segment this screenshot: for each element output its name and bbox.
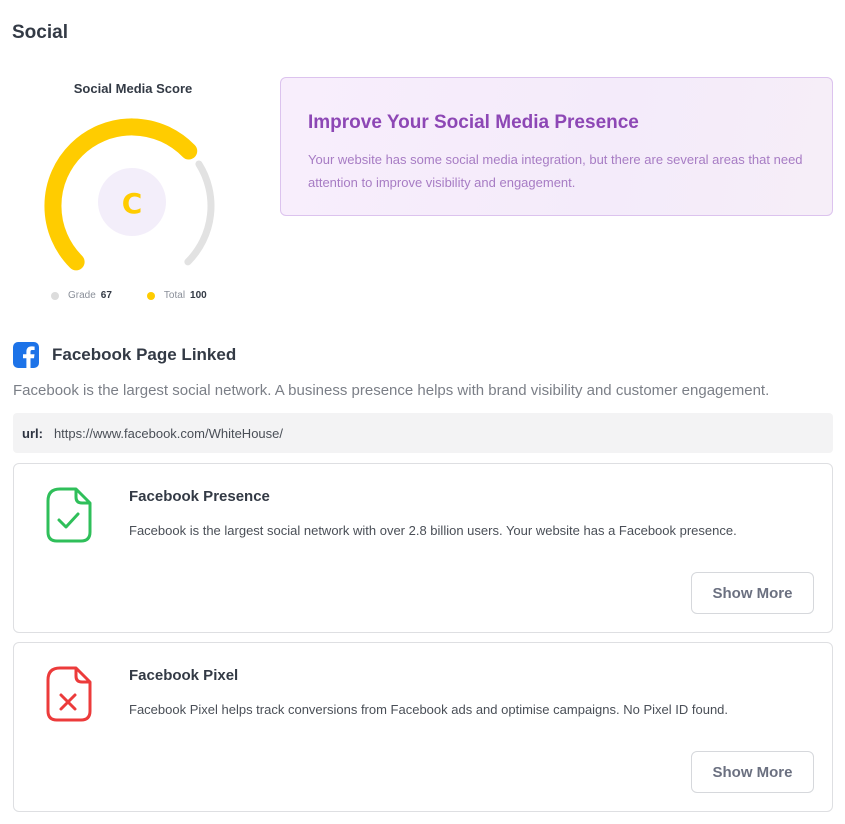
check-text: Facebook is the largest social network w… [129,523,737,538]
gauge-chart: C [44,118,215,271]
file-check-icon [46,487,92,543]
check-card-facebook-presence: Facebook Presence Facebook is the larges… [13,463,833,633]
facebook-description: Facebook is the largest social network. … [13,382,770,399]
check-title: Facebook Presence [129,488,270,505]
show-more-button[interactable]: Show More [691,572,814,614]
facebook-section-header: Facebook Page Linked [13,342,236,368]
url-value[interactable]: https://www.facebook.com/WhiteHouse/ [54,426,283,441]
check-card-facebook-pixel: Facebook Pixel Facebook Pixel helps trac… [13,642,833,812]
gauge-legend: Grade 67 Total 100 [51,290,207,301]
social-score-gauge: Social Media Score C Grade 67 Total 100 [28,78,238,313]
legend-total-label: Total [163,290,186,301]
legend-total-value: 100 [190,290,207,301]
grade-letter: C [122,187,143,220]
facebook-url-bar: url: https://www.facebook.com/WhiteHouse… [13,413,833,453]
show-more-button[interactable]: Show More [691,751,814,793]
section-title: Social [12,22,68,43]
facebook-icon [13,342,39,368]
legend-grade-dot [51,291,59,300]
file-x-icon [46,666,92,722]
check-title: Facebook Pixel [129,667,239,684]
facebook-heading: Facebook Page Linked [52,345,237,364]
url-label: url: [22,425,43,441]
legend-grade-value: 67 [100,290,112,301]
legend-total: Total 100 [146,290,207,301]
gauge-track [184,160,215,266]
improve-text: Your website has some social media integ… [308,152,803,190]
improve-title: Improve Your Social Media Presence [308,112,639,133]
check-text: Facebook Pixel helps track conversions f… [129,702,729,717]
legend-grade-label: Grade [68,290,96,301]
improve-presence-card: Improve Your Social Media Presence Your … [280,77,833,216]
legend-total-dot [146,291,155,300]
legend-grade: Grade 67 [51,290,112,301]
score-title: Social Media Score [73,81,193,96]
